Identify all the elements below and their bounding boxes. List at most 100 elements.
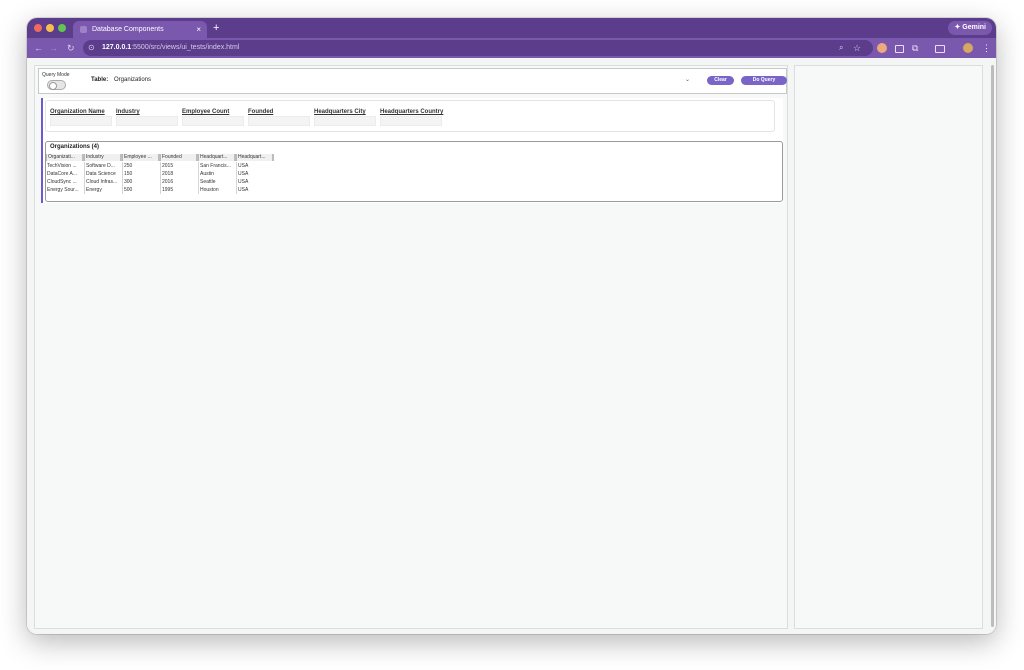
filter-employee-count: Employee Count: [182, 109, 244, 127]
url-path: :5500/src/views/ui_tests/index.html: [131, 44, 240, 51]
organizations-table: Organizations (4) Organizati... Industry…: [45, 141, 783, 202]
filter-industry: Industry: [116, 109, 178, 127]
forward-arrow-icon[interactable]: →: [49, 38, 58, 58]
side-panel: [794, 65, 983, 629]
table-cell[interactable]: TechVision ...: [46, 162, 83, 170]
table-cell[interactable]: USA: [236, 170, 274, 178]
column-header-label: Headquart...: [200, 154, 228, 160]
table-cell[interactable]: DataCore A...: [46, 170, 83, 178]
table-cell[interactable]: CloudSync ...: [46, 178, 83, 186]
column-header-label: Headquart...: [238, 154, 266, 160]
extension-window-icon[interactable]: [895, 45, 904, 53]
table-cell[interactable]: 2018: [160, 170, 198, 178]
browser-window: Database Components × + ✦ Gemini ← → ↻ ⊙…: [27, 18, 996, 634]
back-arrow-icon[interactable]: ←: [34, 38, 43, 58]
main-panel: Query Mode Table: Organizations ⌄ Clear …: [34, 65, 788, 629]
filter-headquarters-country: Headquarters Country: [380, 109, 444, 127]
maximize-window-icon[interactable]: [58, 24, 66, 32]
column-resize-handle[interactable]: [272, 154, 274, 161]
filter-panel: Organization Name Industry Employee Coun…: [45, 100, 775, 132]
filter-label: Employee Count: [182, 109, 230, 115]
url-host: 127.0.0.1: [102, 44, 132, 51]
filter-input[interactable]: [50, 116, 112, 126]
browser-menu-icon[interactable]: ⋮: [982, 38, 991, 58]
extensions-puzzle-icon[interactable]: ⧉: [912, 43, 922, 53]
filter-label: Industry: [116, 109, 140, 115]
table-title: Organizations (4): [50, 144, 100, 150]
table-cell[interactable]: USA: [236, 178, 274, 186]
close-tab-icon[interactable]: ×: [196, 21, 201, 38]
column-header[interactable]: Employee ...: [122, 154, 160, 161]
filter-input[interactable]: [380, 116, 442, 126]
chevron-down-icon[interactable]: ⌄: [685, 76, 690, 83]
results-section: Organization Name Industry Employee Coun…: [41, 98, 783, 203]
table-cell[interactable]: 500: [122, 186, 160, 194]
zoom-icon[interactable]: ⌕: [839, 38, 843, 58]
page-content: Query Mode Table: Organizations ⌄ Clear …: [27, 58, 996, 634]
column-header[interactable]: Founded: [160, 154, 198, 161]
table-cell[interactable]: Cloud Infras...: [84, 178, 122, 186]
tab-database-components[interactable]: Database Components ×: [73, 21, 207, 38]
table-cell[interactable]: San Francis...: [198, 162, 236, 170]
close-window-icon[interactable]: [34, 24, 42, 32]
clear-button[interactable]: Clear: [707, 76, 734, 85]
filter-label: Organization Name: [50, 109, 105, 115]
cast-icon[interactable]: [935, 45, 945, 53]
browser-toolbar: ← → ↻ ⊙ 127.0.0.1:5500/src/views/ui_test…: [27, 38, 996, 58]
table-cell[interactable]: 1995: [160, 186, 198, 194]
filter-input[interactable]: [116, 116, 178, 126]
bookmark-star-icon[interactable]: ☆: [853, 38, 861, 58]
new-tab-button[interactable]: +: [213, 20, 219, 36]
tab-title: Database Components: [92, 26, 164, 33]
site-info-icon[interactable]: ⊙: [88, 40, 95, 56]
minimize-window-icon[interactable]: [46, 24, 54, 32]
table-cell[interactable]: Data Science: [84, 170, 122, 178]
address-bar[interactable]: ⊙ 127.0.0.1:5500/src/views/ui_tests/inde…: [83, 40, 873, 56]
table-cell[interactable]: 2015: [160, 162, 198, 170]
table-cell[interactable]: Austin: [198, 170, 236, 178]
column-header-label: Founded: [162, 154, 182, 160]
table-cell[interactable]: Energy: [84, 186, 122, 194]
table-cell[interactable]: Energy Sour...: [46, 186, 83, 194]
filter-input[interactable]: [182, 116, 244, 126]
table-cell[interactable]: USA: [236, 186, 274, 194]
table-select[interactable]: Organizations: [113, 75, 698, 86]
filter-label: Headquarters Country: [380, 109, 444, 115]
gemini-button[interactable]: ✦ Gemini: [948, 21, 992, 35]
filter-input[interactable]: [314, 116, 376, 126]
query-bar: Query Mode Table: Organizations ⌄ Clear …: [38, 68, 787, 94]
filter-organization-name: Organization Name: [50, 109, 112, 127]
do-query-button[interactable]: Do Query: [741, 76, 787, 85]
column-header[interactable]: Headquart...: [236, 154, 274, 161]
url-text[interactable]: 127.0.0.1:5500/src/views/ui_tests/index.…: [102, 40, 239, 56]
column-header-label: Employee ...: [124, 154, 152, 160]
table-cell[interactable]: Seattle: [198, 178, 236, 186]
table-cell[interactable]: 2016: [160, 178, 198, 186]
filter-label: Founded: [248, 109, 274, 115]
table-cell[interactable]: 300: [122, 178, 160, 186]
column-header[interactable]: Industry: [84, 154, 122, 161]
table-cell[interactable]: 250: [122, 162, 160, 170]
table-cell[interactable]: USA: [236, 162, 274, 170]
filter-input[interactable]: [248, 116, 310, 126]
table-cell[interactable]: Houston: [198, 186, 236, 194]
query-mode-label: Query Mode: [42, 72, 70, 78]
table-label: Table:: [91, 77, 109, 83]
column-header[interactable]: Organizati...: [46, 154, 84, 161]
extension-icon[interactable]: [877, 43, 887, 53]
page-scrollbar[interactable]: [991, 65, 994, 627]
filter-headquarters-city: Headquarters City: [314, 109, 376, 127]
reload-icon[interactable]: ↻: [67, 38, 75, 58]
toggle-knob: [49, 82, 57, 90]
query-mode-toggle[interactable]: [47, 80, 66, 90]
column-header-label: Industry: [86, 154, 104, 160]
tab-strip: Database Components × + ✦ Gemini: [27, 18, 996, 38]
filter-founded: Founded: [248, 109, 310, 127]
filter-label: Headquarters City: [314, 109, 366, 115]
column-header-label: Organizati...: [48, 154, 75, 160]
profile-avatar[interactable]: [963, 43, 973, 53]
table-cell[interactable]: Software D...: [84, 162, 122, 170]
table-cell[interactable]: 150: [122, 170, 160, 178]
favicon-icon: [80, 26, 87, 33]
column-header[interactable]: Headquart...: [198, 154, 236, 161]
